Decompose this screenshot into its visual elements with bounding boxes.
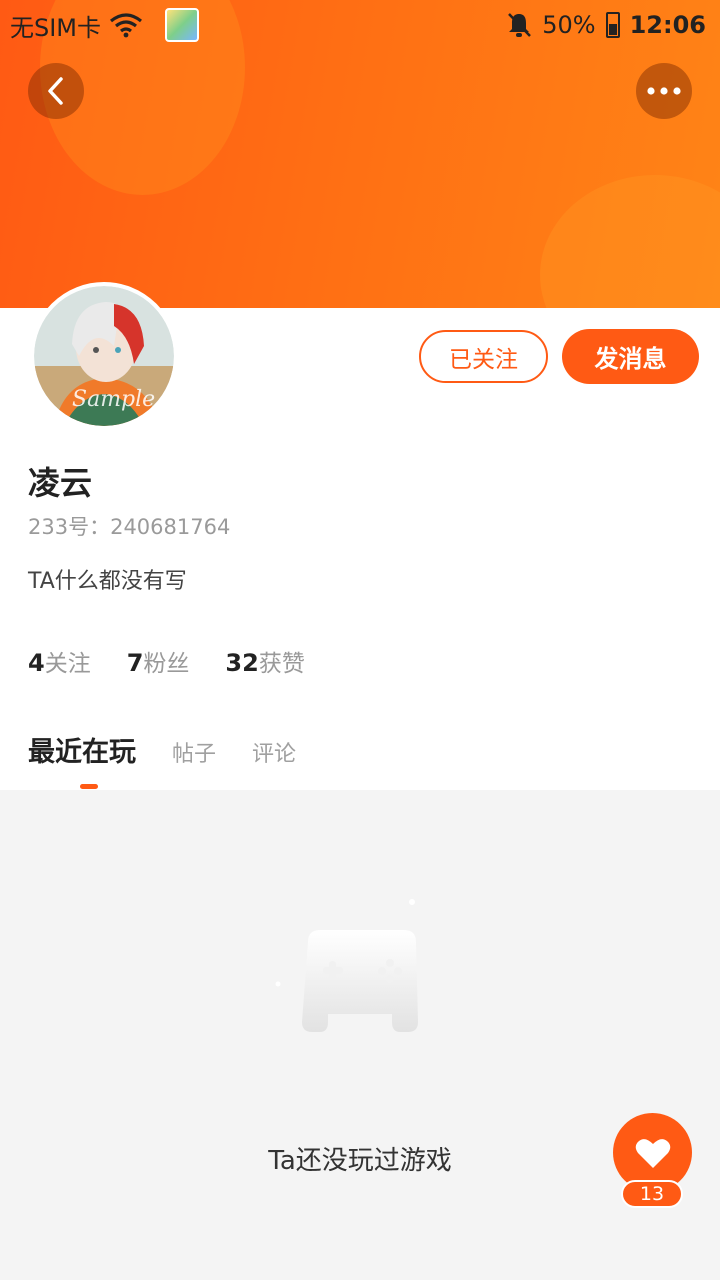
stat-number: 4 [28,649,45,677]
stat-label: 粉丝 [143,651,190,677]
stat-label: 关注 [44,651,91,677]
back-button[interactable] [28,63,84,119]
status-bar: 无SIM卡 50% 12:06 [0,0,720,50]
username: 凌云 [28,464,93,502]
battery-percent: 50% [542,11,596,39]
avatar-image: Sample [34,286,174,426]
gamepad-icon [275,899,418,1032]
carrier-text: 无SIM卡 [10,13,102,42]
wifi-icon [110,13,143,38]
more-dots-icon [647,87,681,95]
mute-bell-icon [508,13,532,37]
empty-state-message: Ta还没玩过游戏 [268,1146,452,1176]
svg-text:Sample: Sample [72,387,155,412]
followed-button[interactable]: 已关注 [419,330,548,383]
send-message-button[interactable]: 发消息 [562,329,699,384]
active-tab-indicator [80,784,98,789]
banner-decoration [540,175,720,308]
stat-number: 7 [126,649,144,677]
heart-icon [635,1138,670,1168]
avatar[interactable]: Sample [30,282,178,430]
battery-icon [605,12,620,38]
stat-following[interactable]: 4关注 [28,644,91,678]
stat-followers[interactable]: 7粉丝 [127,644,190,678]
tab-recently-played[interactable]: 最近在玩 [28,730,136,769]
profile-stats: 4关注 7粉丝 32获赞 [28,644,305,678]
tab-comments[interactable]: 评论 [252,736,296,768]
like-count-badge: 13 [621,1180,683,1208]
stat-label: 获赞 [258,651,305,677]
profile-tabs: 最近在玩 帖子 评论 [28,730,296,769]
stat-likes[interactable]: 32获赞 [225,644,304,678]
user-id: 233号：240681764 [28,515,231,539]
notification-app-icon [165,8,200,42]
more-button[interactable] [636,63,692,119]
back-arrow-icon [48,77,63,105]
clock: 12:06 [629,11,706,39]
stat-number: 32 [225,649,259,677]
tab-posts[interactable]: 帖子 [172,736,216,768]
user-bio: TA什么都没有写 [28,569,187,594]
